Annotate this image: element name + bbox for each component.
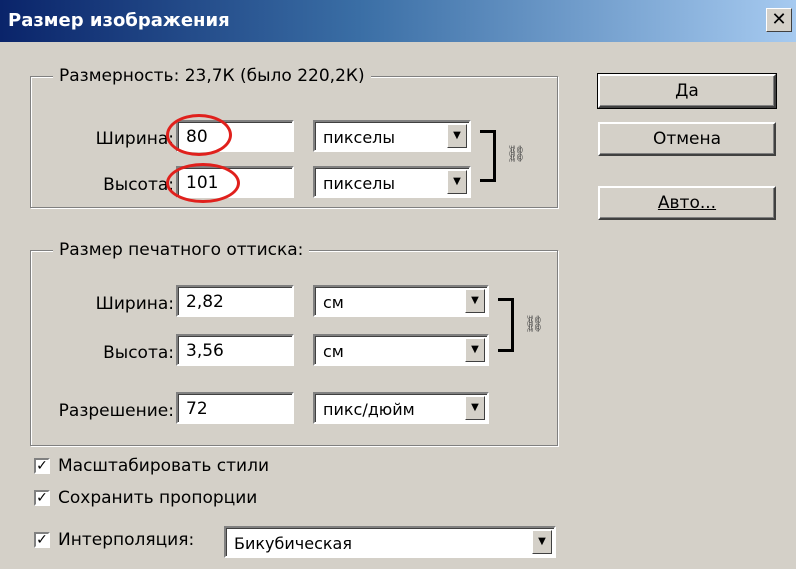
print-link-bracket bbox=[498, 298, 514, 352]
chevron-down-icon[interactable]: ▼ bbox=[465, 396, 485, 420]
print-width-label: Ширина: bbox=[95, 294, 174, 314]
resample-label[interactable]: Интерполяция: bbox=[58, 529, 194, 551]
pixel-width-unit-select[interactable]: пикселы ▼ bbox=[313, 120, 471, 152]
resolution-input[interactable]: 72 bbox=[176, 392, 294, 424]
print-width-input[interactable]: 2,82 bbox=[176, 285, 294, 317]
pixel-dimensions-legend: Размерность: 23,7К (было 220,2К) bbox=[53, 65, 371, 87]
chevron-down-icon[interactable]: ▼ bbox=[465, 338, 485, 362]
resample-method-value: Бикубическая bbox=[234, 534, 352, 553]
close-icon[interactable]: ✕ bbox=[766, 8, 792, 32]
pixel-width-unit-value: пикселы bbox=[323, 128, 396, 147]
print-height-unit-value: см bbox=[323, 342, 344, 361]
chain-link-icon: ⛓ bbox=[524, 314, 545, 333]
resample-checkbox[interactable]: ✓ bbox=[34, 532, 50, 548]
highlight-oval bbox=[166, 163, 240, 203]
print-height-input[interactable]: 3,56 bbox=[176, 334, 294, 366]
print-size-legend: Размер печатного оттиска: bbox=[53, 239, 310, 261]
chevron-down-icon[interactable]: ▼ bbox=[447, 124, 467, 148]
print-width-unit-select[interactable]: см ▼ bbox=[313, 285, 489, 317]
scale-styles-checkbox[interactable]: ✓ bbox=[34, 458, 50, 474]
ok-button[interactable]: Да bbox=[597, 73, 777, 109]
print-height-label: Высота: bbox=[103, 343, 174, 363]
pixel-height-label: Высота: bbox=[103, 175, 174, 195]
constrain-proportions-checkbox[interactable]: ✓ bbox=[34, 490, 50, 506]
title-bar: Размер изображения ✕ bbox=[0, 0, 796, 42]
chevron-down-icon[interactable]: ▼ bbox=[532, 530, 552, 554]
print-height-unit-select[interactable]: см ▼ bbox=[313, 334, 489, 366]
pixel-height-unit-value: пикселы bbox=[323, 174, 396, 193]
chain-link-icon: ⛓ bbox=[506, 144, 527, 163]
chevron-down-icon[interactable]: ▼ bbox=[447, 170, 467, 194]
window-title: Размер изображения bbox=[8, 10, 230, 31]
resolution-label: Разрешение: bbox=[58, 401, 174, 421]
resolution-unit-value: пикс/дюйм bbox=[323, 400, 415, 419]
scale-styles-label[interactable]: Масштабировать стили bbox=[58, 455, 269, 477]
chevron-down-icon[interactable]: ▼ bbox=[465, 289, 485, 313]
print-width-unit-value: см bbox=[323, 293, 344, 312]
pixel-height-unit-select[interactable]: пикселы ▼ bbox=[313, 166, 471, 198]
resolution-unit-select[interactable]: пикс/дюйм ▼ bbox=[313, 392, 489, 424]
resample-method-select[interactable]: Бикубическая ▼ bbox=[224, 526, 556, 558]
pixel-width-label: Ширина: bbox=[95, 129, 174, 149]
cancel-button[interactable]: Отмена bbox=[598, 122, 776, 156]
auto-button[interactable]: Авто... bbox=[598, 186, 776, 220]
pixel-link-bracket bbox=[480, 130, 496, 182]
constrain-proportions-label[interactable]: Сохранить пропорции bbox=[58, 487, 257, 509]
highlight-oval bbox=[166, 114, 232, 156]
